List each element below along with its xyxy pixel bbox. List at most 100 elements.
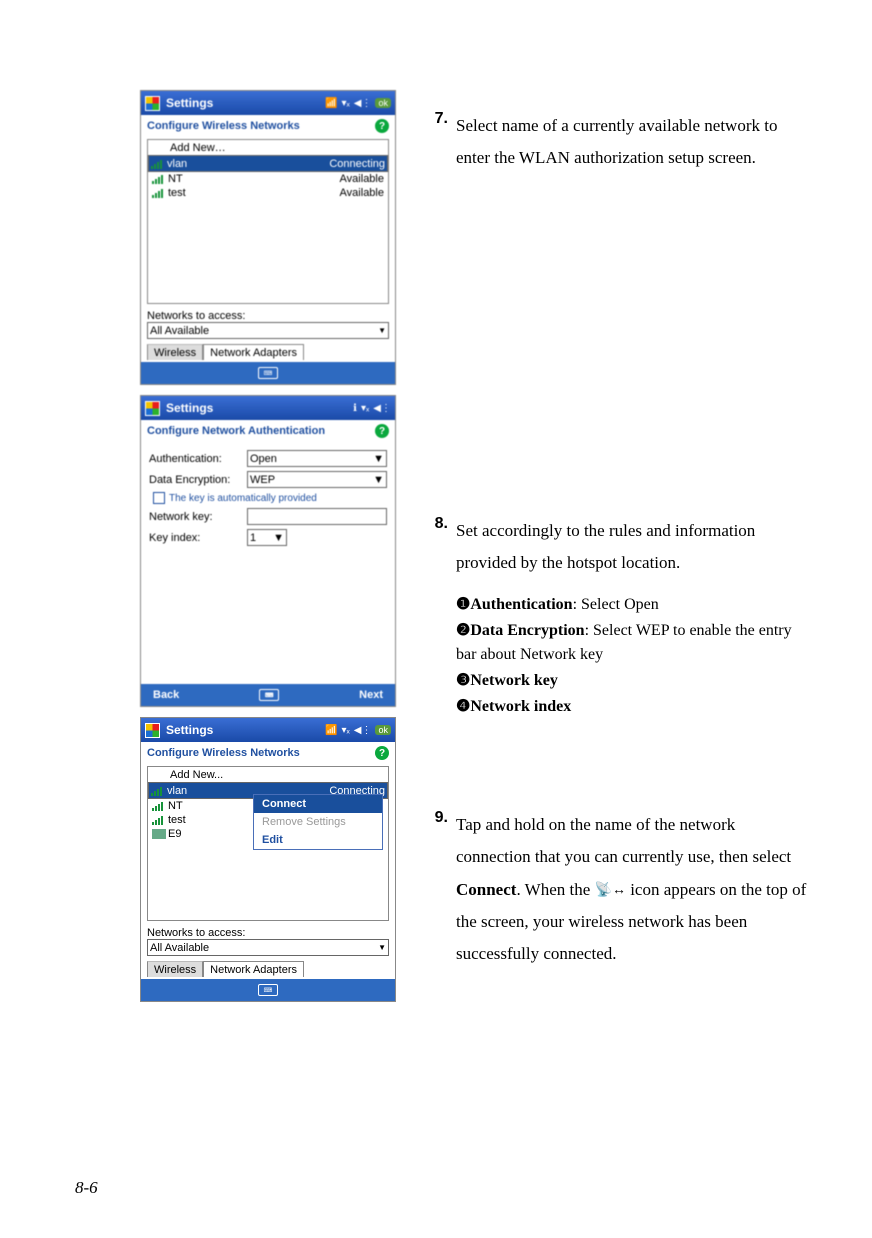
help-icon[interactable]: ?: [375, 119, 389, 133]
volume-icon: ◀⋮: [354, 725, 372, 736]
menu-remove-settings: Remove Settings: [254, 813, 382, 831]
screenshot-configure-auth: Settings ℹ ▾ₓ ◀⋮ Configure Network Authe…: [140, 395, 396, 707]
context-menu: Connect Remove Settings Edit: [253, 794, 383, 850]
access-label: Networks to access:: [147, 310, 389, 322]
signal-icon: ▾ₓ: [361, 403, 369, 414]
titlebar: Settings 📶 ▾ₓ ◀⋮ ok: [141, 91, 395, 115]
network-row-nt[interactable]: NT Available: [148, 172, 388, 186]
network-name: vlan: [167, 158, 187, 170]
encryption-label: Data Encryption:: [149, 474, 241, 486]
back-button[interactable]: Back: [153, 689, 179, 701]
signal-icon: [152, 188, 164, 198]
chevron-down-icon: ▼: [373, 474, 384, 486]
page-number: 8-6: [75, 1178, 98, 1198]
key-index-label: Key index:: [149, 532, 241, 544]
subheader-text: Configure Network Authentication: [147, 425, 325, 437]
chevron-down-icon: ▼: [273, 532, 284, 544]
ok-button[interactable]: ok: [375, 98, 391, 108]
encryption-dropdown[interactable]: WEP ▼: [247, 471, 387, 488]
next-button[interactable]: Next: [359, 689, 383, 701]
add-new-row[interactable]: Add New...: [148, 767, 388, 782]
step-number: 7.: [430, 110, 448, 175]
menu-edit[interactable]: Edit: [254, 831, 382, 849]
window-title: Settings: [166, 96, 319, 110]
network-status: Available: [340, 173, 384, 185]
key-index-dropdown[interactable]: 1 ▼: [247, 529, 287, 546]
system-tray-icons: 📶 ▾ₓ ◀⋮ ok: [325, 98, 391, 109]
network-status: Available: [340, 187, 384, 199]
antenna-icon: 📶: [325, 725, 337, 736]
network-key-input[interactable]: [247, 508, 387, 525]
access-value: All Available: [150, 325, 209, 337]
system-tray-icons: 📶 ▾ₓ ◀⋮ ok: [325, 725, 391, 736]
step-number: 8.: [430, 515, 448, 580]
signal-icon: [151, 159, 163, 169]
access-dropdown[interactable]: All Available ▼: [147, 939, 389, 956]
screenshot-configure-wireless: Settings 📶 ▾ₓ ◀⋮ ok Configure Wireless N…: [140, 90, 396, 385]
auto-key-label: The key is automatically provided: [169, 493, 317, 504]
signal-icon: [151, 786, 163, 796]
keyboard-icon[interactable]: ⌨: [259, 689, 279, 701]
connected-icon: 📡↔: [595, 878, 626, 905]
ok-button[interactable]: ok: [375, 725, 391, 735]
antenna-icon: ℹ: [353, 403, 357, 414]
start-flag-icon: [145, 401, 160, 416]
auth-value: Open: [250, 453, 277, 465]
network-key-label: Network key:: [149, 511, 241, 523]
network-name: NT: [168, 800, 183, 812]
keyboard-icon[interactable]: ⌨: [258, 367, 278, 379]
add-new-row[interactable]: Add New…: [148, 140, 388, 155]
subheader: Configure Wireless Networks ?: [141, 115, 395, 137]
volume-icon: ◀⋮: [354, 98, 372, 109]
network-name: test: [168, 814, 186, 826]
titlebar: Settings ℹ ▾ₓ ◀⋮: [141, 396, 395, 420]
signal-icon: [152, 815, 164, 825]
tab-network-adapters[interactable]: Network Adapters: [203, 961, 304, 977]
subheader: Configure Network Authentication ?: [141, 420, 395, 442]
access-dropdown[interactable]: All Available ▼: [147, 322, 389, 339]
tab-wireless[interactable]: Wireless: [147, 961, 203, 977]
volume-icon: ◀⋮: [373, 403, 391, 414]
bullet-network-index: ❹Network index: [456, 695, 812, 719]
encryption-value: WEP: [250, 474, 275, 486]
back-next-bar: Back ⌨ Next: [141, 684, 395, 706]
network-row-test[interactable]: test Available: [148, 186, 388, 200]
bullet-authentication: ❶Authentication: Select Open: [456, 593, 812, 617]
signal-icon: [152, 801, 164, 811]
network-name: E9: [168, 828, 181, 840]
tab-network-adapters[interactable]: Network Adapters: [203, 344, 304, 360]
access-value: All Available: [150, 942, 209, 954]
tab-wireless[interactable]: Wireless: [147, 344, 203, 360]
subheader-text: Configure Wireless Networks: [147, 747, 300, 759]
network-row-vlan[interactable]: vlan Connecting: [148, 155, 388, 172]
step-text: Tap and hold on the name of the network …: [456, 809, 812, 970]
window-title: Settings: [166, 401, 347, 415]
step-text: Set accordingly to the rules and informa…: [456, 515, 812, 580]
signal-icon: ▾ₓ: [341, 98, 349, 109]
chevron-down-icon: ▼: [378, 943, 386, 952]
network-status: Connecting: [329, 158, 385, 170]
auto-key-checkbox[interactable]: [153, 492, 165, 504]
network-name: test: [168, 187, 186, 199]
access-label: Networks to access:: [147, 927, 389, 939]
signal-icon: ▾ₓ: [341, 725, 349, 736]
bullet-data-encryption: ❷Data Encryption: Select WEP to enable t…: [456, 619, 812, 667]
sip-bar: ⌨: [141, 979, 395, 1001]
network-name: NT: [168, 173, 183, 185]
adapter-icon: [152, 829, 166, 839]
step-number: 9.: [430, 809, 448, 970]
network-list[interactable]: Add New… vlan Connecting NT Available te…: [147, 139, 389, 304]
step-9: 9. Tap and hold on the name of the netwo…: [430, 809, 812, 970]
menu-connect[interactable]: Connect: [254, 795, 382, 813]
help-icon[interactable]: ?: [375, 424, 389, 438]
key-index-value: 1: [250, 532, 256, 544]
help-icon[interactable]: ?: [375, 746, 389, 760]
keyboard-icon[interactable]: ⌨: [258, 984, 278, 996]
auth-dropdown[interactable]: Open ▼: [247, 450, 387, 467]
system-tray-icons: ℹ ▾ₓ ◀⋮: [353, 403, 391, 414]
bullet-network-key: ❸Network key: [456, 669, 812, 693]
titlebar: Settings 📶 ▾ₓ ◀⋮ ok: [141, 718, 395, 742]
step-text: Select name of a currently available net…: [456, 110, 812, 175]
antenna-icon: 📶: [325, 98, 337, 109]
chevron-down-icon: ▼: [373, 453, 384, 465]
